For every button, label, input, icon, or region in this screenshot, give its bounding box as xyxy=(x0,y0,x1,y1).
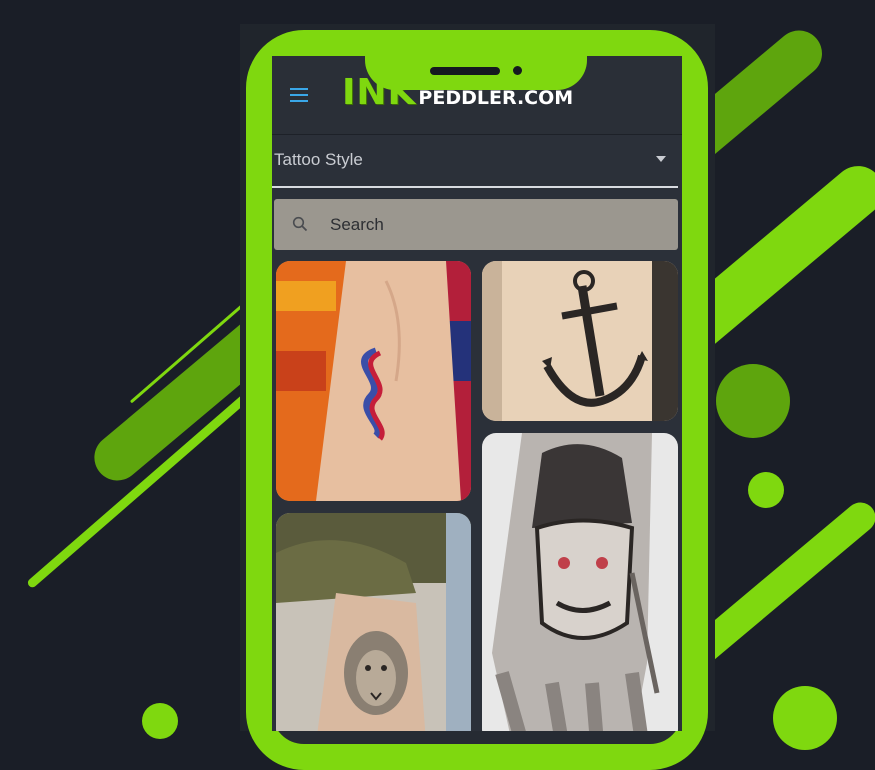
search-icon xyxy=(292,216,308,237)
search-placeholder: Search xyxy=(330,215,384,234)
gallery-item-lion-tattoo[interactable] xyxy=(276,513,471,731)
gallery-item-anchor-tattoo[interactable] xyxy=(482,261,678,421)
phone-notch xyxy=(365,30,587,90)
hamburger-menu-icon[interactable] xyxy=(290,88,308,104)
tattoo-style-dropdown[interactable]: Tattoo Style xyxy=(272,134,678,188)
gallery-item-samurai-mask-hand-tattoo[interactable] xyxy=(482,433,678,731)
phone-camera xyxy=(513,66,522,75)
deco-circle xyxy=(142,703,178,739)
app-screen: INK PEDDLER.COM Tattoo Style Search xyxy=(272,56,682,731)
deco-circle xyxy=(716,364,790,438)
phone-speaker xyxy=(430,67,500,75)
logo-domain-text: PEDDLER.COM xyxy=(418,87,574,109)
deco-circle xyxy=(773,686,837,750)
tattoo-style-label: Tattoo Style xyxy=(274,150,363,169)
search-input[interactable]: Search xyxy=(274,199,678,250)
chevron-down-icon xyxy=(656,156,666,162)
deco-circle xyxy=(748,472,784,508)
gallery-item-red-blue-s-tattoo[interactable] xyxy=(276,261,471,501)
